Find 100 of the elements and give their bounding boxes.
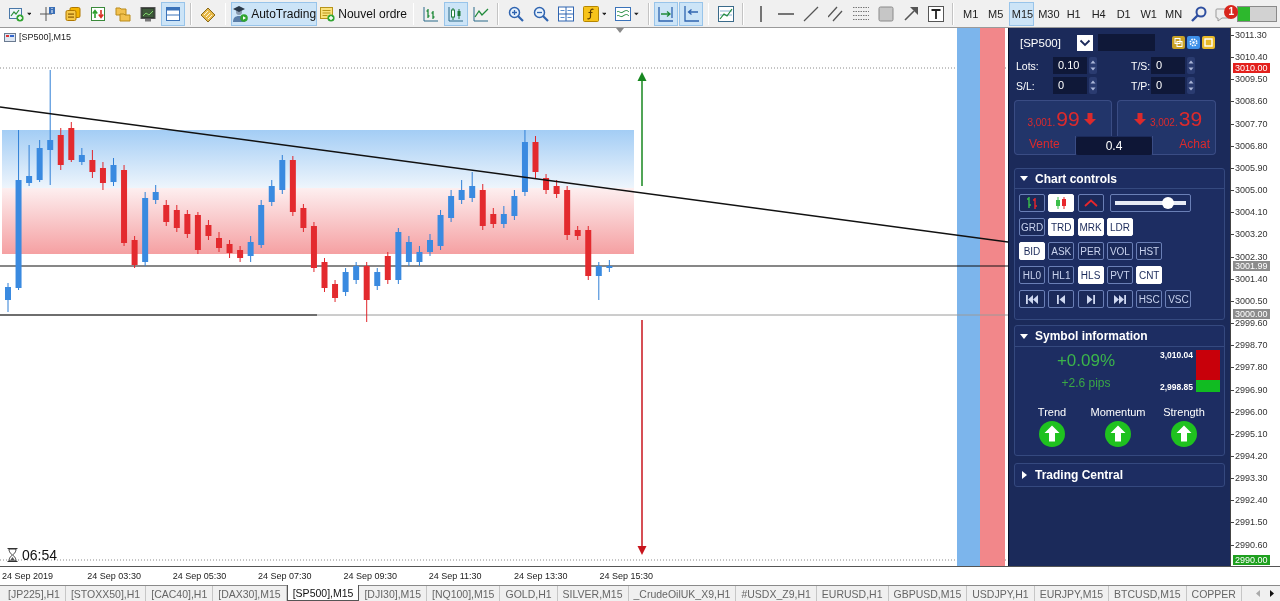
hourglass-icon [7,548,18,562]
scroll-right-button[interactable] [1268,590,1276,597]
navigation-button[interactable] [1048,290,1075,308]
chart-tab[interactable]: [JP225],H1 [3,586,66,601]
chart-tab[interactable]: USDJPY,H1 [967,586,1035,601]
chart-shift-button[interactable] [654,1,678,26]
rising-candle [448,189,455,223]
spinner-icon[interactable] [1187,77,1195,94]
section-header[interactable]: Chart controls [1015,169,1224,189]
panes-button[interactable] [161,1,186,26]
updown-arrows-icon [90,5,107,22]
section-header[interactable]: Trading Central [1015,464,1224,486]
chart-tab[interactable]: _CrudeOilUK_X9,H1 [628,586,737,601]
chart-option-toggle[interactable]: PER [1077,242,1104,260]
rising-candle [279,154,286,195]
chart-option-toggle[interactable]: LDR [1106,218,1133,236]
chart-option-toggle[interactable]: ASK [1048,242,1075,260]
chart-tab[interactable]: #USDX_Z9,H1 [736,586,817,601]
navigation-button[interactable] [1019,290,1045,308]
price-label: 2994.20 [1231,450,1268,461]
signal-label: Trend [1037,406,1067,418]
price-label: 2992.40 [1231,495,1268,506]
timeframe-button[interactable]: H4 [1086,1,1111,26]
rising-candle [458,179,465,205]
chart-tab[interactable]: COPPER [1186,586,1242,601]
chart-option-toggle[interactable]: HL1 [1048,266,1075,284]
navigation-button[interactable] [1077,290,1104,308]
number-field[interactable]: 0 [1053,77,1087,94]
section-header[interactable]: Symbol information [1015,326,1224,347]
timeframe-button[interactable]: M15 [1008,1,1035,26]
timeframe-button[interactable]: H1 [1061,1,1086,26]
step-forward-icon [1084,294,1097,304]
chart-option-toggle[interactable]: HST [1136,242,1163,260]
chart-option-toggle[interactable]: BID [1019,242,1045,260]
chart-tab[interactable]: EURUSD,H1 [816,586,889,601]
chart-option-toggle[interactable]: TRD [1048,218,1075,236]
chart-option-toggle[interactable]: HSC [1136,290,1163,308]
chart-option-toggle[interactable]: HLS [1077,266,1104,284]
zoom-out-icon [532,5,549,22]
chart-option-toggle[interactable]: VSC [1165,290,1192,308]
spinner-icon[interactable] [1187,57,1195,74]
number-field[interactable]: 0.10 [1053,57,1087,74]
caret-icon [634,11,640,16]
slider-thumb[interactable] [1162,197,1175,209]
spinner-icon[interactable] [1089,77,1097,94]
price-label: 3000.50 [1231,295,1268,306]
timeframe-button[interactable]: D1 [1111,1,1136,26]
timeframe-button[interactable]: M1 [958,1,983,26]
crosshair-icon [40,5,57,22]
falling-candle [310,221,317,273]
step-back-icon [1055,294,1068,304]
rising-candle [258,199,265,249]
field-label: Lots: [1015,59,1040,72]
timeframe-button[interactable]: M5 [983,1,1008,26]
copy-icon[interactable] [1172,36,1185,49]
slider-track[interactable] [1114,197,1186,209]
spread-value: 0.4 [1076,137,1152,155]
timeframe-button[interactable]: M30 [1035,1,1061,26]
time-label: 24 Sep 2019 [2,571,54,581]
timeframe-button[interactable]: W1 [1136,1,1161,26]
chart-tab[interactable]: [DJI30],M15 [359,586,427,601]
chart-tab[interactable]: [STOXX50],H1 [65,586,147,601]
chart-tab[interactable]: BTCUSD,M15 [1109,586,1187,601]
time-label: 24 Sep 05:30 [172,571,227,581]
chart-option-toggle[interactable]: MRK [1077,218,1104,236]
autoscroll-button[interactable] [679,1,703,26]
chart-option-toggle[interactable]: PVT [1106,266,1133,284]
chart-option-toggle[interactable]: VOL [1106,242,1133,260]
chart-tab[interactable]: EURJPY,M15 [1034,586,1110,601]
chart-tab[interactable]: [SP500],M15 [286,585,360,601]
graduate-button[interactable]: AutoTrading [230,1,318,26]
percent-change: +0.09% [1056,350,1116,372]
function-icon [582,5,599,22]
chart-tab[interactable]: SILVER,M15 [557,586,629,601]
spinner-icon[interactable] [1089,57,1097,74]
trend-line-icon [802,5,819,22]
navigation-button[interactable] [1106,290,1133,308]
chart-option-toggle[interactable]: CNT [1136,266,1163,284]
rising-candle [395,227,402,285]
chart-tab[interactable]: [NQ100],M15 [427,586,501,601]
rising-candle [36,139,43,183]
chart-option-toggle[interactable]: GRD [1019,218,1045,236]
slider-control[interactable] [1109,194,1191,212]
notifications-button[interactable]: 1 [1215,2,1237,25]
chart-tab[interactable]: [CAC40],H1 [146,586,214,601]
rising-candle [5,282,11,313]
chart-tab[interactable]: GBPUSD,M15 [888,586,968,601]
number-field[interactable]: 0 [1151,57,1185,74]
search-icon [1190,5,1207,22]
falling-candle [89,149,96,179]
settings-icon[interactable] [1187,36,1200,49]
chart-tab[interactable]: GOLD,H1 [500,586,558,601]
frame-icon[interactable] [1202,36,1215,49]
timeframe-button[interactable]: MN [1161,1,1186,26]
chart-tab[interactable]: [DAX30],M15 [213,586,287,601]
note-plus-button[interactable]: Nouvel ordre [318,1,408,26]
input-field[interactable] [1098,34,1155,51]
candles-button[interactable] [443,1,468,26]
chart-option-toggle[interactable]: HL0 [1019,266,1045,284]
number-field[interactable]: 0 [1151,77,1185,94]
